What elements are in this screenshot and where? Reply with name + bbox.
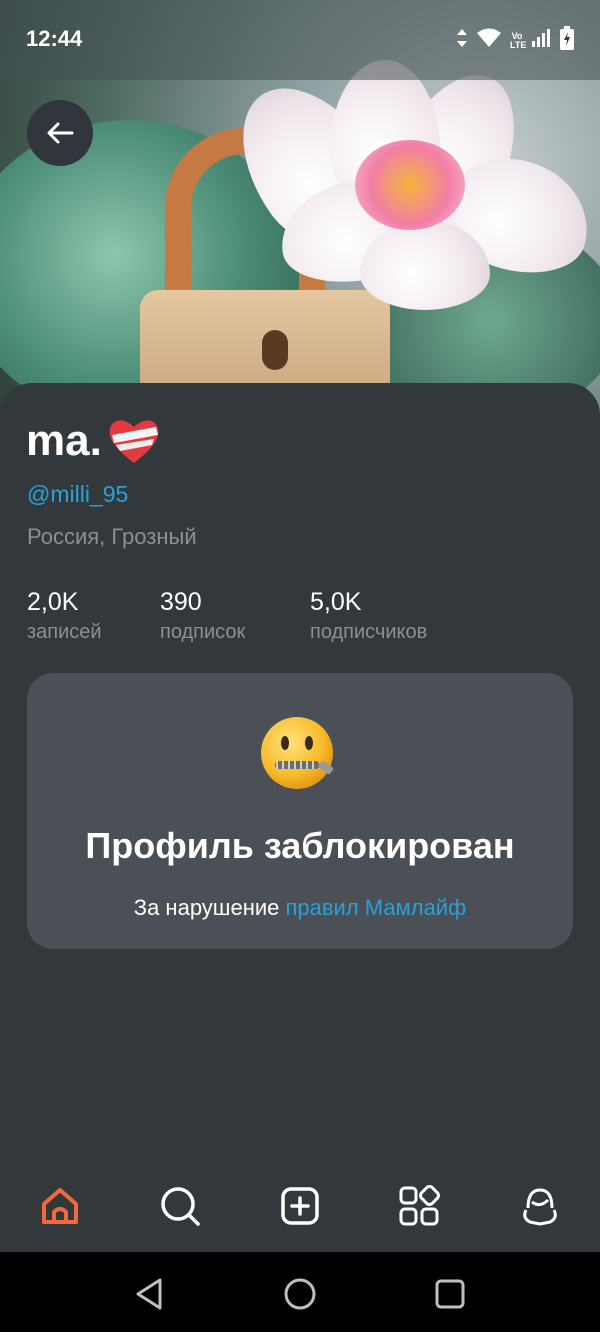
home-circle-icon[interactable] <box>280 1274 320 1314</box>
status-time: 12:44 <box>26 26 83 51</box>
status-icons: Vo LTE <box>456 26 574 55</box>
wifi-icon <box>476 28 502 53</box>
bandaged-heart-icon <box>109 420 159 463</box>
stat-following[interactable]: 390 подписок <box>160 588 245 644</box>
blocked-reason-text: За нарушение <box>133 895 286 920</box>
nav-search[interactable] <box>156 1182 204 1230</box>
profile-name-text: ma. <box>26 416 102 465</box>
data-arrows-icon <box>456 28 468 53</box>
nav-home[interactable] <box>36 1182 84 1230</box>
arrow-left-icon <box>47 122 74 144</box>
nav-services[interactable] <box>395 1182 443 1230</box>
stat-value: 5,0K <box>310 588 362 616</box>
stat-value: 2,0K <box>27 588 79 616</box>
back-triangle-icon[interactable] <box>130 1274 170 1314</box>
battery-icon <box>560 26 574 55</box>
stat-followers[interactable]: 5,0K подписчиков <box>310 588 427 644</box>
stat-posts[interactable]: 2,0K записей <box>27 588 102 644</box>
home-icon <box>42 1188 78 1224</box>
blocked-title: Профиль заблокирован <box>85 825 515 866</box>
stat-label: подписчиков <box>310 621 428 643</box>
services-icon <box>399 1185 440 1226</box>
zipper-mouth-face-icon <box>261 717 334 789</box>
signal-icon <box>532 29 552 52</box>
status-bar: 12:44 Vo LTE <box>0 0 600 80</box>
support-icon <box>523 1188 557 1226</box>
rules-link[interactable]: правил Мамлайф <box>285 895 466 920</box>
blocked-profile-card: Профиль заблокирован За нарушение правил… <box>27 673 573 949</box>
stat-label: записей <box>27 621 102 643</box>
nav-support[interactable] <box>516 1182 564 1230</box>
back-button[interactable] <box>27 100 93 166</box>
profile-name: ma. <box>26 413 162 469</box>
profile-handle[interactable]: @milli_95 <box>27 481 128 508</box>
stat-label: подписок <box>160 621 246 643</box>
volte-icon: Vo LTE <box>510 30 527 50</box>
nav-add-post[interactable] <box>276 1182 324 1230</box>
profile-location: Россия, Грозный <box>27 524 197 549</box>
search-icon <box>161 1187 200 1226</box>
stat-value: 390 <box>160 588 202 616</box>
system-navigation-bar <box>0 1252 600 1332</box>
add-post-icon <box>281 1187 319 1225</box>
recents-square-icon[interactable] <box>430 1274 470 1314</box>
bottom-navigation <box>0 1160 600 1252</box>
blocked-reason: За нарушение правил Мамлайф <box>27 895 573 921</box>
profile-sheet: ma. @milli_95 Россия, Грозный 2,0K запис… <box>0 383 600 1183</box>
